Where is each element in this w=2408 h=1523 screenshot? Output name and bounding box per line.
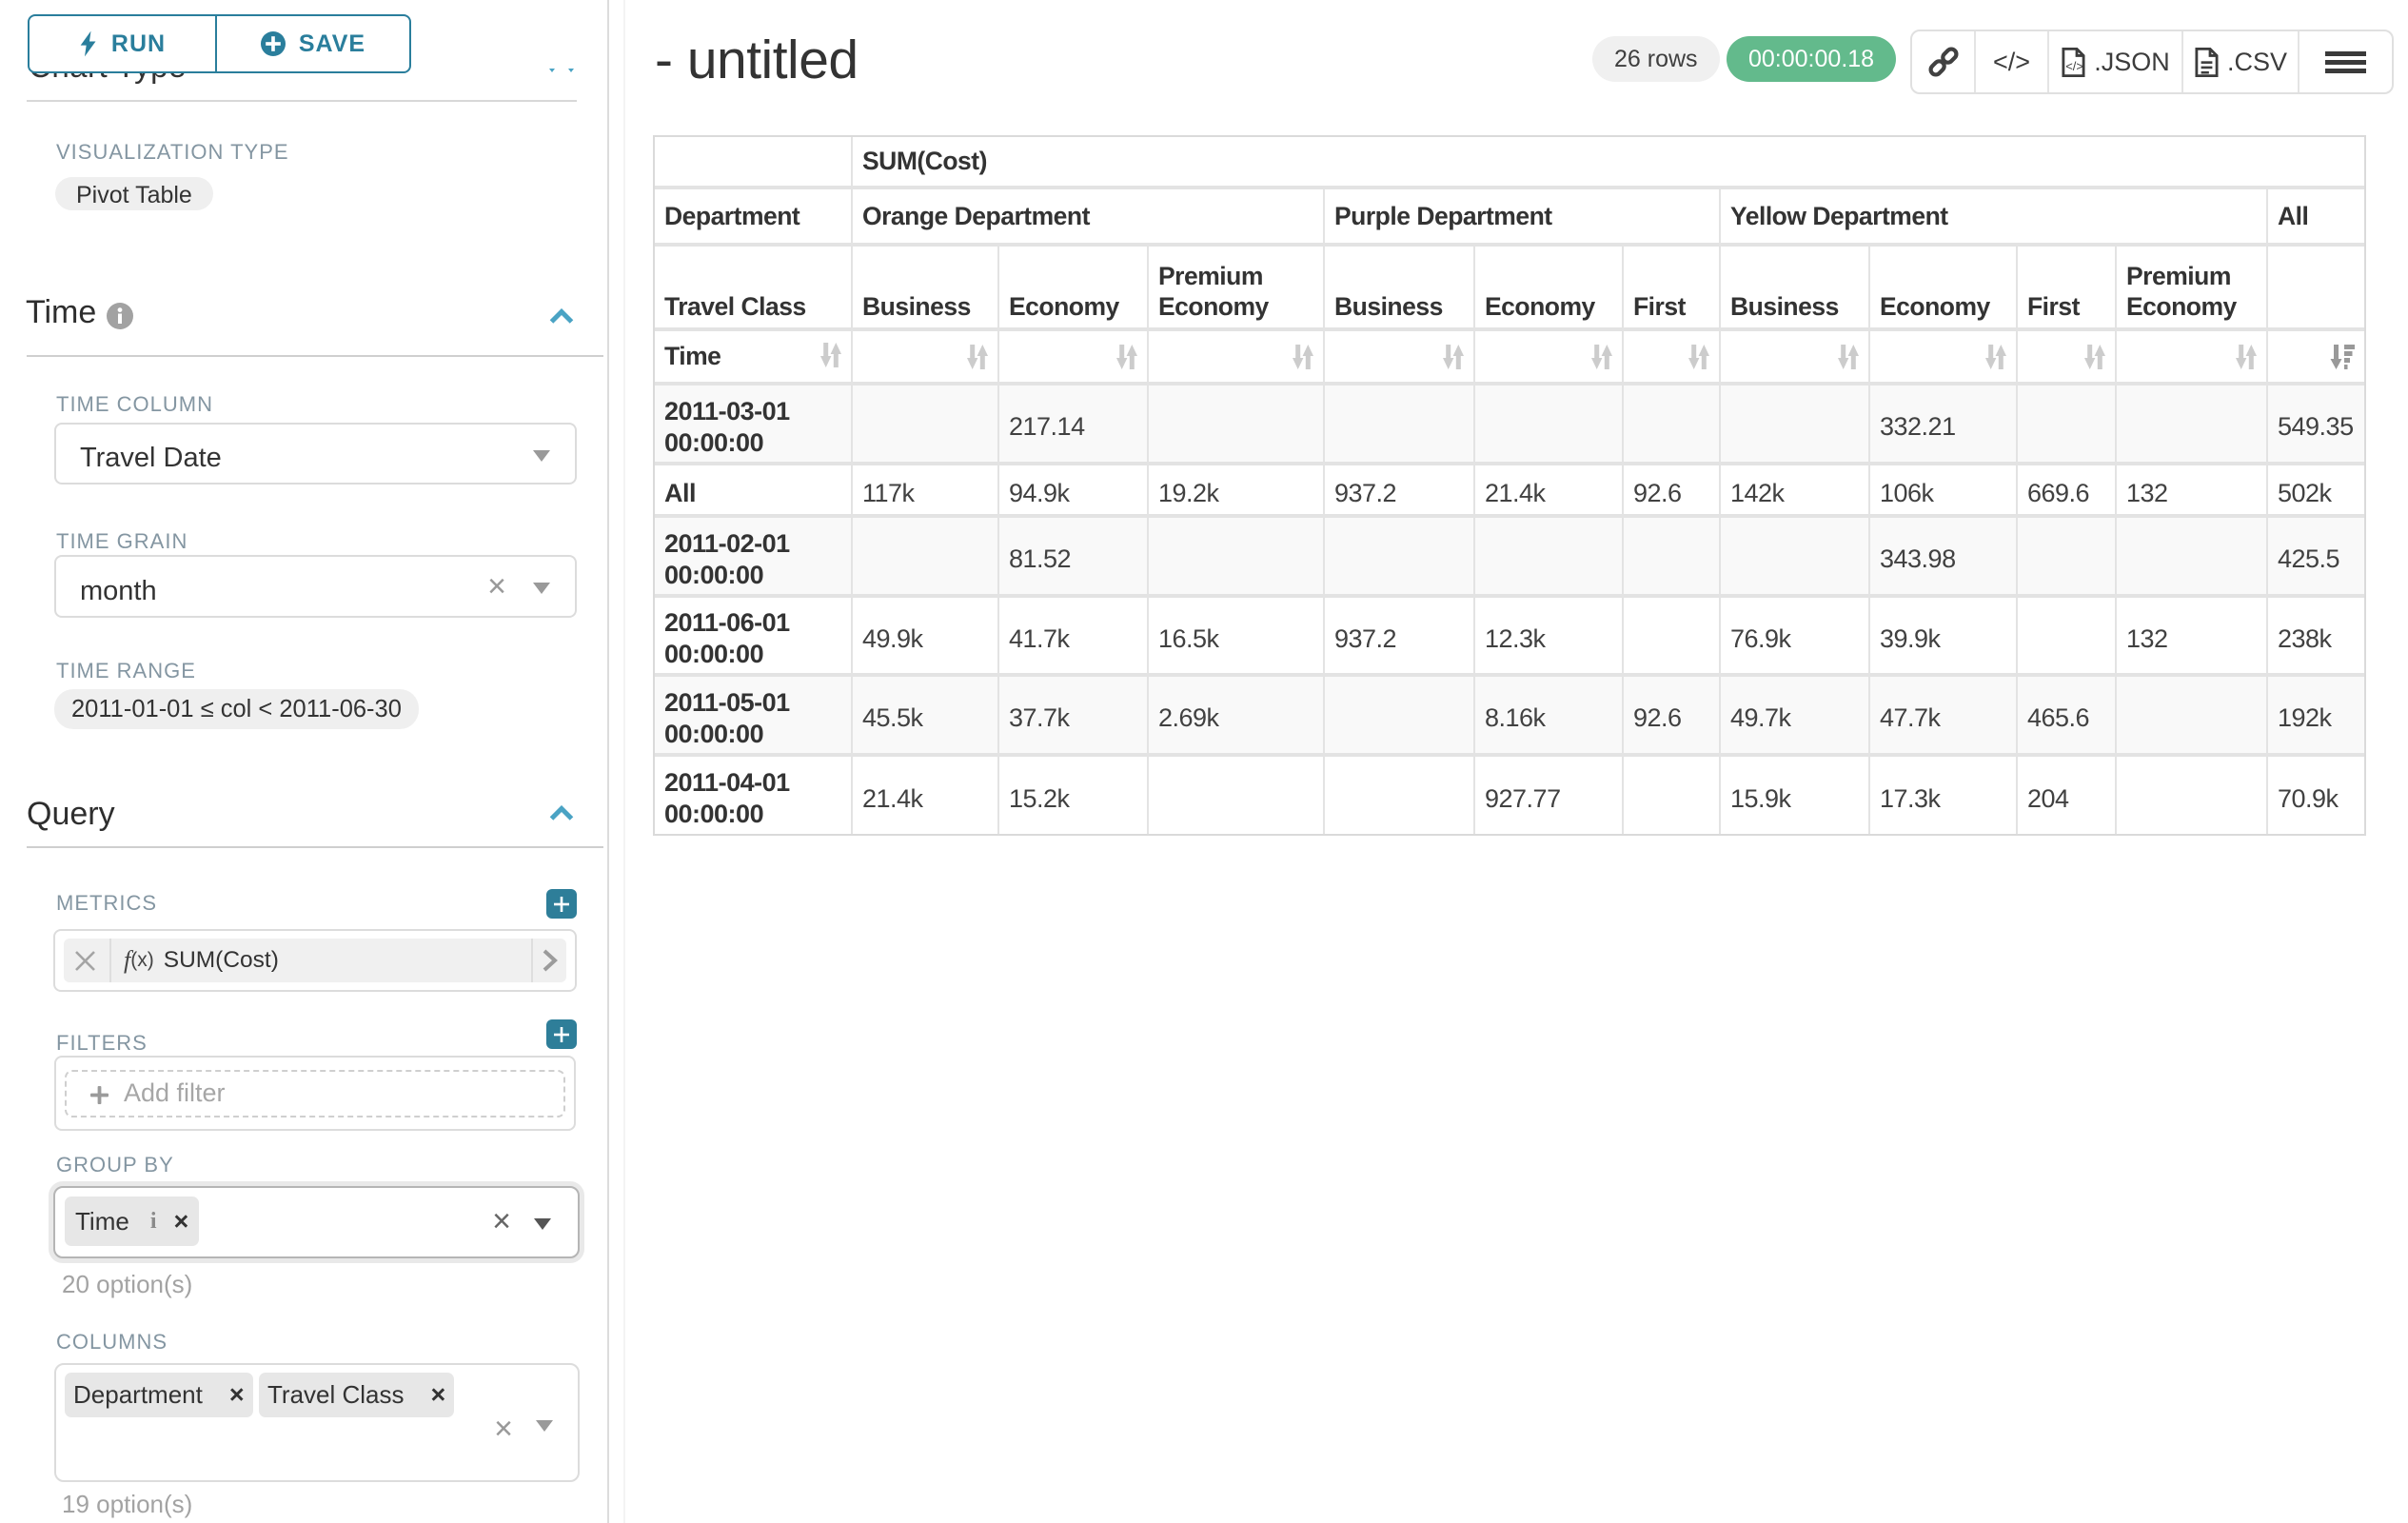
svg-text:</>: </> (2065, 58, 2083, 72)
